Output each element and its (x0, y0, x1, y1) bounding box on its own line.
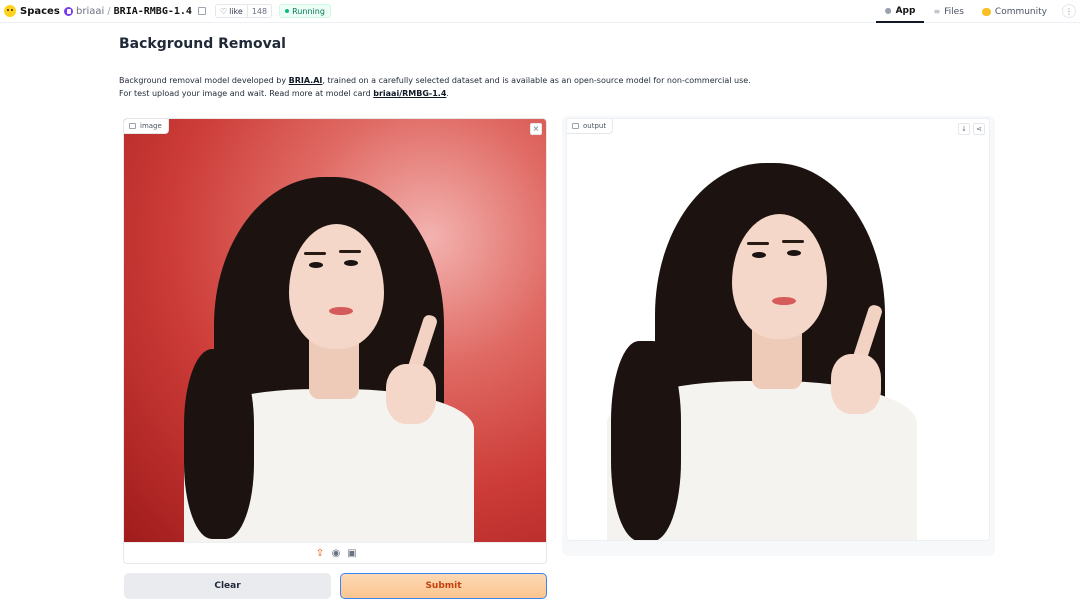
weibo-icon (491, 548, 500, 555)
model-card-link[interactable]: briaai/RMBG-1.4 (373, 89, 446, 98)
org-avatar-icon (64, 6, 73, 16)
brand-label: Spaces (20, 5, 60, 17)
space-nav: ● App ≡ Files Community ⋮ (875, 0, 1080, 23)
input-image-panel: image × @刘亦菲 ⇪ ◉ ▣ (123, 118, 547, 564)
desc-text: For test upload your image and wait. Rea… (119, 89, 374, 98)
output-label: output (583, 122, 607, 130)
spaces-home-link[interactable]: Spaces (4, 3, 60, 19)
watermark-text: @刘亦菲 (502, 548, 542, 559)
photo-brow (304, 252, 326, 255)
clipboard-icon[interactable]: ▣ (347, 548, 358, 559)
page-title: Background Removal (119, 36, 286, 52)
image-source-toolbar: ⇪ ◉ ▣ (124, 542, 546, 563)
like-count: 148 (246, 5, 271, 17)
photo-watermark: @刘亦菲 (491, 544, 542, 559)
image-icon (129, 123, 136, 129)
output-eye (787, 250, 801, 256)
tab-files[interactable]: ≡ Files (924, 0, 972, 23)
like-label: like (229, 6, 243, 16)
app-icon: ● (884, 6, 892, 15)
more-options-icon[interactable]: ⋮ (1062, 4, 1076, 18)
status-dot-icon (285, 9, 290, 13)
output-hair-left (611, 341, 681, 540)
share-icon[interactable]: ⋖ (973, 123, 985, 135)
tab-app[interactable]: ● App (875, 0, 925, 23)
input-label-chip: image (124, 119, 169, 134)
breadcrumb-separator: / (107, 5, 111, 17)
clear-image-icon[interactable]: × (530, 123, 542, 135)
desc-text: . (446, 89, 449, 98)
like-button[interactable]: ♡ like 148 (214, 4, 273, 18)
repo-breadcrumb: briaai / BRIA-RMBG-1.4 ♡ like 148 Running (64, 3, 331, 19)
repo-name-link[interactable]: BRIA-RMBG-1.4 (114, 6, 192, 17)
output-label-chip: output (567, 119, 614, 134)
output-hand (831, 354, 881, 414)
community-icon (981, 7, 991, 16)
download-icon[interactable]: ↓ (958, 123, 970, 135)
output-image-panel: output ↓ ⋖ (562, 116, 995, 556)
webcam-icon[interactable]: ◉ (331, 548, 342, 559)
tab-app-label: App (895, 5, 916, 16)
description: Background removal model developed by BR… (119, 74, 919, 100)
output-tools: ↓ ⋖ (958, 123, 985, 135)
photo-brow (339, 250, 361, 253)
heart-icon: ♡ (219, 6, 228, 16)
input-image[interactable] (124, 119, 546, 542)
image-icon (572, 123, 579, 129)
desc-text: , trained on a carefully selected datase… (322, 76, 751, 85)
bria-ai-link[interactable]: BRIA.AI (289, 76, 323, 85)
tab-community[interactable]: Community (973, 0, 1056, 23)
status-badge: Running (279, 4, 331, 18)
photo-eye (344, 260, 358, 266)
description-line-1: Background removal model developed by BR… (119, 74, 919, 87)
photo-hand (386, 364, 436, 424)
output-face (732, 214, 827, 339)
input-label: image (140, 122, 162, 130)
photo-lips (329, 307, 353, 315)
output-eye (752, 252, 766, 258)
org-link[interactable]: briaai (76, 6, 104, 17)
photo-eye (309, 262, 323, 268)
output-brow (747, 242, 769, 245)
output-brow (782, 240, 804, 243)
clear-button[interactable]: Clear (124, 573, 331, 599)
output-image: output ↓ ⋖ (566, 118, 990, 541)
photo-hair-left (184, 349, 254, 539)
output-lips (772, 297, 796, 305)
huggingface-logo-icon (4, 5, 16, 17)
copy-icon[interactable] (197, 7, 206, 15)
tab-files-label: Files (944, 6, 964, 17)
desc-text: Background removal model developed by (119, 76, 289, 85)
status-label: Running (292, 6, 325, 16)
submit-button[interactable]: Submit (340, 573, 547, 599)
description-line-2: For test upload your image and wait. Rea… (119, 87, 919, 100)
tab-community-label: Community (994, 6, 1047, 17)
top-bar: Spaces briaai / BRIA-RMBG-1.4 ♡ like 148 … (0, 0, 1080, 23)
photo-face (289, 224, 384, 349)
upload-icon[interactable]: ⇪ (315, 548, 326, 559)
files-icon: ≡ (933, 7, 941, 16)
